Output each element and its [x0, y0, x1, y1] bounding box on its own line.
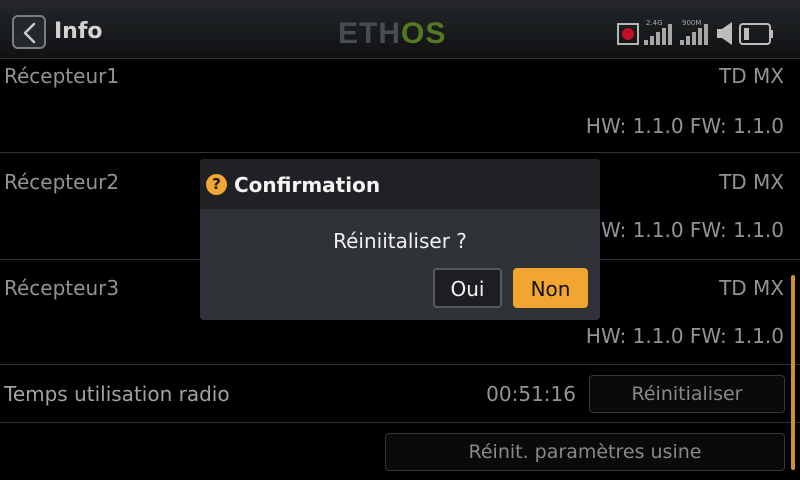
no-button[interactable]: Non	[513, 268, 588, 308]
yes-button[interactable]: Oui	[433, 268, 502, 308]
dialog-header: ? Confirmation	[200, 159, 600, 209]
dialog-message: Réiniitaliser ?	[333, 229, 467, 253]
confirmation-dialog: ? Confirmation Réiniitaliser ? Oui Non	[200, 159, 600, 320]
dialog-title: Confirmation	[234, 173, 381, 197]
question-icon: ?	[206, 174, 227, 195]
